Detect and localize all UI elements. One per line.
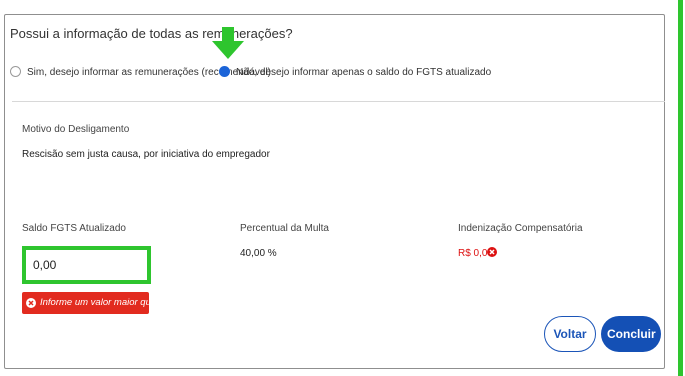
radio-nao[interactable] — [219, 66, 230, 77]
divider — [12, 101, 665, 102]
scrollbar[interactable] — [671, 0, 685, 376]
percentual-label: Percentual da Multa — [240, 223, 329, 234]
radio-sim-label[interactable]: Sim, desejo informar as remunerações (re… — [27, 67, 271, 78]
concluir-button[interactable]: Concluir — [601, 316, 661, 352]
scrollbar-track[interactable] — [678, 0, 683, 376]
saldo-label: Saldo FGTS Atualizado — [22, 223, 126, 234]
motivo-label: Motivo do Desligamento — [22, 124, 130, 135]
saldo-input-highlight — [22, 246, 152, 284]
percentual-value: 40,00 % — [240, 248, 277, 259]
motivo-value: Rescisão sem justa causa, por iniciativa… — [22, 149, 270, 160]
saldo-input[interactable] — [29, 253, 152, 277]
voltar-button[interactable]: Voltar — [544, 316, 596, 352]
error-message: Informe um valor maior que zero — [22, 292, 177, 314]
indenizacao-label: Indenização Compensatória — [458, 223, 583, 234]
close-circle-icon — [487, 247, 497, 257]
green-arrow-annotation — [212, 27, 244, 59]
error-icon — [26, 298, 36, 308]
question-title: Possui a informação de todas as remunera… — [10, 26, 293, 41]
radio-nao-label[interactable]: Não, desejo informar apenas o saldo do F… — [236, 67, 491, 78]
radio-sim[interactable] — [10, 66, 21, 77]
error-text: Informe um valor maior que zero — [40, 297, 178, 308]
